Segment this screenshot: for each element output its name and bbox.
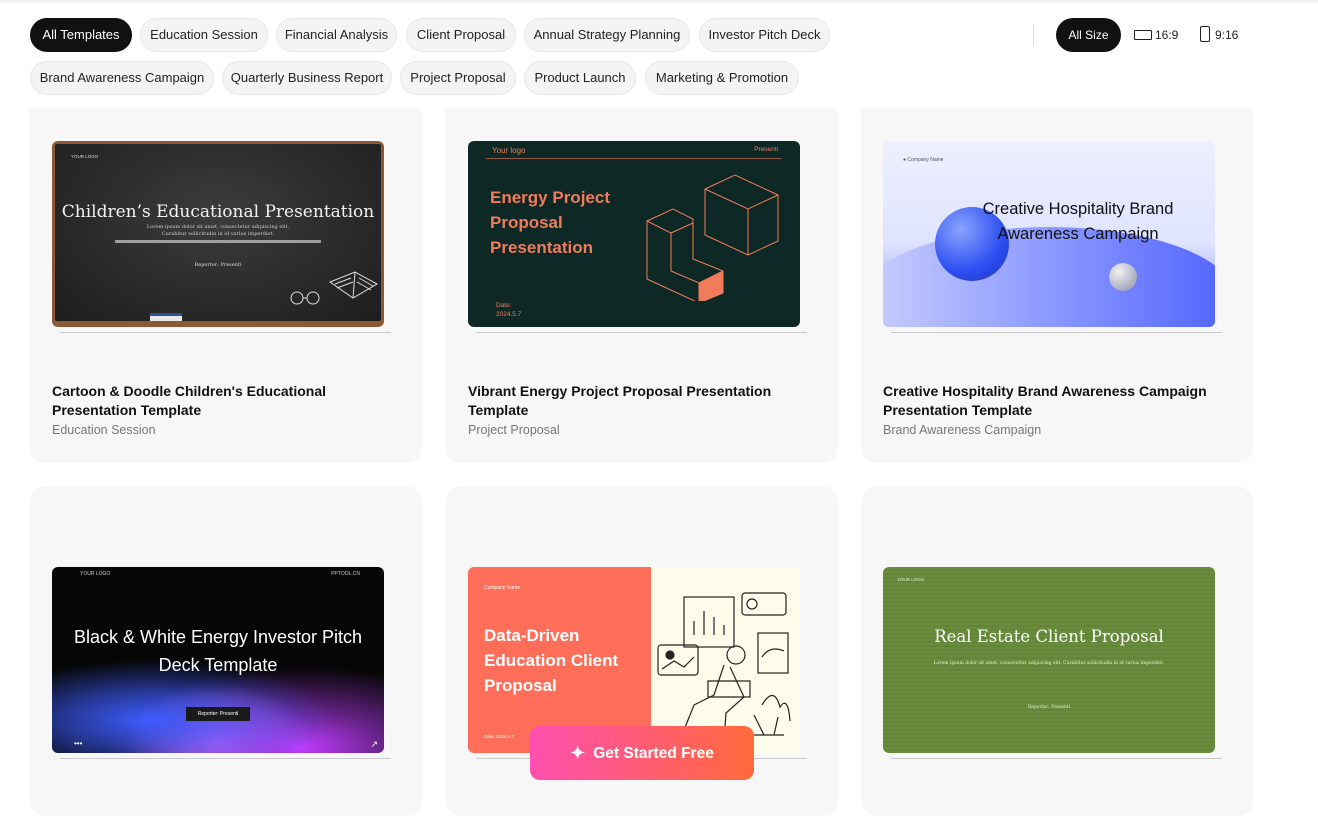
thumb-logo: ● Company Name [903,157,944,163]
template-card[interactable]: ● Company Name Creative Hospitality Bran… [861,109,1253,463]
thumb-reporter: Reporter: Presenti [1027,705,1071,710]
portrait-ratio-icon [1200,26,1210,42]
thumb-logo-text: Company Name [907,157,944,163]
chalk-underline [115,240,321,243]
filter-chip-education-session[interactable]: Education Session [140,18,268,52]
filter-divider [1033,24,1034,46]
thumb-logo: YOUR LOGO [897,577,925,582]
filter-chip-project-proposal[interactable]: Project Proposal [400,61,516,95]
card-divider [60,332,391,333]
thumb-date: Date: 2024.5.7 [484,734,514,739]
person-laptop-illustration-icon [657,592,791,742]
size-filter-9-16[interactable]: 9:16 [1200,18,1244,52]
thumb-date-label: Date: [496,302,512,309]
sparkle-icon: ✦ [570,743,586,763]
thumb-title: Energy Project Proposal Presentation [490,188,610,257]
isometric-blocks-icon [646,174,779,301]
chalkboard: YOUR LOGO Children’s Educational Present… [55,144,381,321]
card-category: Project Proposal [468,423,560,437]
thumb-logo-right: PPTOOL.CN [331,571,360,577]
card-title[interactable]: Creative Hospitality Brand Awareness Cam… [883,382,1223,420]
thumb-logo: YOUR LOGO [71,154,99,159]
filter-chip-annual-strategy-planning[interactable]: Annual Strategy Planning [524,18,690,52]
filter-chip-financial-analysis[interactable]: Financial Analysis [276,18,397,52]
eraser-icon [150,313,182,321]
card-category: Brand Awareness Campaign [883,423,1042,437]
template-card[interactable]: YOUR LOGO Children’s Educational Present… [30,109,422,463]
thumb-title: Data-Driven Education Client Proposal [484,626,619,695]
filter-chip-product-launch[interactable]: Product Launch [524,61,636,95]
template-thumbnail[interactable]: Your logo Presenti Energy Project Propos… [468,141,800,327]
filter-chip-all-templates[interactable]: All Templates [30,18,132,52]
template-card[interactable]: YOUR LOGO PPTOOL.CN Black & White Energy… [30,486,422,816]
filter-chip-investor-pitch-deck[interactable]: Investor Pitch Deck [699,18,830,52]
thumb-title: Creative Hospitality Brand Awareness Cam… [982,200,1174,243]
card-divider [891,332,1222,333]
arrow-icon: ↗ [370,739,378,749]
thumb-presenter: Presenti [754,146,778,153]
template-thumbnail[interactable]: YOUR LOGO Children’s Educational Present… [52,141,384,327]
card-title[interactable]: Cartoon & Doodle Children's Educational … [52,382,392,420]
thumb-lorem: Lorem ipsum dolor sit amet, consectetur … [146,224,290,237]
thumb-header-line [486,158,782,159]
size-filter-16-9[interactable]: 16:9 [1134,18,1184,52]
thumb-lorem: Lorem ipsum dolor sit amet, consectetur … [933,661,1165,666]
card-divider [476,332,807,333]
card-category: Education Session [52,423,156,437]
thumb-button: Reporter: Presenti [186,707,250,721]
grey-sphere [1109,263,1137,291]
card-divider [891,758,1222,759]
dots-icon: ••• [74,739,83,748]
size-filter-16-9-label: 16:9 [1155,28,1179,42]
book-glasses-doodle-icon [290,271,379,305]
landscape-ratio-icon [1134,30,1152,40]
filter-chip-quarterly-business-report[interactable]: Quarterly Business Report [222,61,392,95]
thumb-logo: YOUR LOGO [80,571,111,577]
filter-chip-client-proposal[interactable]: Client Proposal [406,18,516,52]
size-filter-all[interactable]: All Size [1056,18,1121,52]
thumb-logo: Company Name [484,585,521,591]
filter-chip-brand-awareness-campaign[interactable]: Brand Awareness Campaign [30,61,214,95]
filter-chip-marketing-promotion[interactable]: Marketing & Promotion [645,61,799,95]
thumb-title: Children’s Educational Presentation [61,202,375,222]
thumb-title: Black & White Energy Investor Pitch Deck… [73,627,363,675]
top-border [0,0,1318,3]
get-started-free-label: Get Started Free [593,745,714,762]
get-started-free-button[interactable]: ✦ Get Started Free [530,726,754,780]
card-divider [60,758,391,759]
template-thumbnail[interactable]: YOUR LOGO Real Estate Client Proposal Lo… [883,567,1215,753]
size-filter-9-16-label: 9:16 [1215,28,1239,42]
thumb-title: Real Estate Client Proposal [934,627,1164,646]
template-card[interactable]: YOUR LOGO Real Estate Client Proposal Lo… [861,486,1253,816]
card-title[interactable]: Vibrant Energy Project Proposal Presenta… [468,382,808,420]
thumb-date-value: 2024.5.7 [496,311,522,318]
thumb-logo: Your logo [492,146,526,155]
thumb-date: Date: 2024.5.7 [496,301,521,319]
template-thumbnail[interactable]: YOUR LOGO PPTOOL.CN Black & White Energy… [52,567,384,753]
template-thumbnail[interactable]: ● Company Name Creative Hospitality Bran… [883,141,1215,327]
template-card[interactable]: Your logo Presenti Energy Project Propos… [446,109,838,463]
